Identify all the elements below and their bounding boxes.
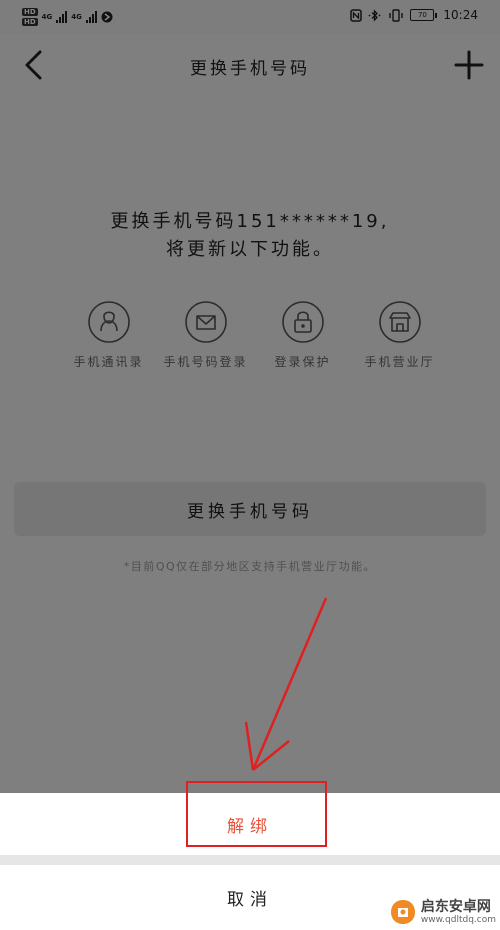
dim-overlay[interactable] bbox=[0, 0, 500, 793]
watermark-logo-icon bbox=[390, 900, 415, 924]
watermark-title: 启东安卓网 bbox=[420, 899, 491, 915]
watermark-url: www.qdltdq.com bbox=[420, 915, 496, 925]
screen: HD HD 4G 4G 70 10:24 更换手机号码 更换手机号码151***… bbox=[0, 0, 500, 930]
watermark: 启东安卓网 www.qdltdq.com bbox=[389, 898, 496, 926]
highlight-box bbox=[186, 781, 327, 847]
